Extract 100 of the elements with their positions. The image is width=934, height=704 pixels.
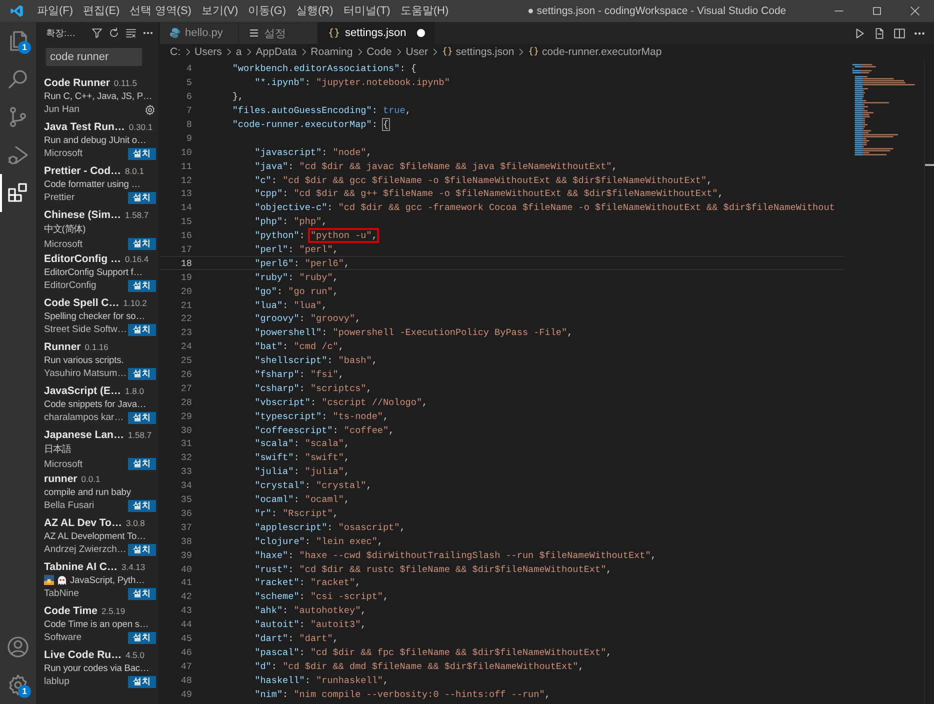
extension-name[interactable]: Java Test Run…	[44, 121, 125, 133]
install-button[interactable]: 설치	[128, 458, 156, 470]
settings-icon[interactable]	[144, 104, 156, 116]
line-number: 32	[180, 452, 193, 464]
install-button[interactable]: 설치	[128, 412, 156, 424]
breadcrumb-item[interactable]: AppData	[256, 46, 297, 58]
extensions-icon[interactable]	[6, 181, 30, 205]
install-button[interactable]: 설치	[128, 324, 156, 336]
filter-icon[interactable]	[91, 27, 103, 39]
run-debug-icon[interactable]	[6, 143, 30, 167]
extension-description: Run and debug JUnit o…	[44, 135, 146, 145]
notification-badge: 1	[18, 41, 31, 54]
settings-icon[interactable]	[6, 673, 30, 697]
code-line: "shellscript": "bash",	[254, 355, 378, 366]
line-number: 46	[180, 646, 193, 658]
extension-publisher: Prettier	[44, 192, 75, 203]
extension-name[interactable]: Chinese (Sim…	[44, 209, 122, 221]
menu-item[interactable]: 터미널(T)	[338, 0, 396, 22]
install-button[interactable]: 설치	[128, 148, 156, 160]
editor-tab[interactable]: 설정	[239, 22, 318, 44]
editor-tab[interactable]: hello.py	[160, 22, 239, 44]
editor-tab[interactable]: {} settings.json	[318, 22, 436, 44]
line-number: 11	[180, 160, 193, 172]
extension-description: compile and run baby	[44, 487, 131, 497]
open-changes-icon[interactable]	[873, 26, 886, 40]
install-button[interactable]: 설치	[128, 588, 156, 600]
code-line: "perl": "perl",	[254, 244, 338, 256]
account-icon[interactable]	[6, 635, 30, 659]
breadcrumb-item[interactable]: Roaming	[310, 46, 353, 58]
install-button[interactable]: 설치	[128, 676, 156, 688]
menu-item[interactable]: 편집(E)	[78, 0, 125, 22]
clear-list-icon[interactable]	[125, 27, 137, 39]
extension-version: 8.0.1	[125, 166, 144, 176]
code-line: "applescript": "osascript",	[254, 522, 406, 533]
line-number: 22	[180, 313, 193, 324]
extension-name[interactable]: Runner	[44, 341, 81, 353]
search-icon[interactable]	[6, 67, 30, 91]
code-line: "perl6": "perl6",	[254, 258, 350, 269]
code-line: "c": "cd $dir && gcc $fileName -o $fileNameWithoutExt && $dir$fileNameWithoutExt",	[254, 174, 712, 186]
ghost-icon	[57, 575, 67, 585]
line-number: 36	[180, 508, 193, 519]
install-button[interactable]: 설치	[128, 500, 156, 512]
extension-name[interactable]: JavaScript (E…	[44, 385, 122, 397]
menu-item[interactable]: 이동(G)	[243, 0, 292, 22]
code-line: "cpp": "cd $dir && g++ $fileName -o $fileNameWithoutExt && $dir$fileNameWithoutExt",	[254, 188, 724, 200]
install-button[interactable]: 설치	[128, 280, 156, 292]
code-line: "d": "cd $dir && dmd $fileName && $dir$fileNameWithoutExt",	[254, 660, 584, 672]
menu-item[interactable]: 선택 영역(S)	[124, 0, 196, 22]
menu-item[interactable]: 파일(F)	[32, 0, 78, 22]
menu-item[interactable]: 실행(R)	[291, 0, 338, 22]
breadcrumb-item[interactable]: code-runner.executorMap	[542, 46, 662, 58]
menu-item[interactable]: 보기(V)	[196, 0, 244, 22]
split-editor-icon[interactable]	[893, 26, 906, 40]
extension-name[interactable]: EditorConfig …	[44, 253, 121, 265]
scrollbar[interactable]	[924, 60, 934, 704]
search-field[interactable]: code runner	[46, 48, 142, 66]
code-line: "ahk": "autohotkey",	[254, 605, 366, 616]
breadcrumb-item[interactable]: C:	[170, 46, 180, 58]
extension-description: 中文(简体)	[44, 223, 86, 236]
line-number: 20	[180, 286, 193, 297]
close-icon[interactable]	[909, 5, 921, 17]
install-button[interactable]: 설치	[128, 238, 156, 250]
code-line: "go": "go run",	[254, 286, 338, 297]
line-number: 42	[180, 591, 193, 602]
app-logo-icon	[10, 4, 24, 18]
breadcrumb-item[interactable]: User	[406, 46, 428, 58]
extension-name[interactable]: Code Runner	[44, 77, 110, 89]
extension-name[interactable]: Code Spell C…	[44, 297, 120, 309]
breadcrumb-item[interactable]: settings.json	[456, 46, 514, 58]
extension-name[interactable]: Prettier - Cod…	[44, 165, 122, 177]
code-line: "rust": "cd $dir && rustc $fileName && $dir$fileNameWithoutExt",	[254, 564, 612, 574]
extension-name[interactable]: Live Code Ru…	[44, 649, 122, 661]
install-button[interactable]: 설치	[128, 544, 156, 556]
extension-name[interactable]: Tabnine AI C…	[44, 561, 118, 573]
extension-name[interactable]: Japanese Lan…	[44, 429, 124, 441]
extension-version: 2.5.19	[101, 606, 126, 616]
breadcrumb-item[interactable]: a	[236, 46, 242, 58]
refresh-icon[interactable]	[108, 27, 120, 39]
line-number: 31	[180, 438, 193, 450]
line-number: 19	[180, 272, 193, 283]
install-button[interactable]: 설치	[128, 368, 156, 380]
extension-name[interactable]: runner	[44, 473, 78, 485]
extension-name[interactable]: AZ AL Dev To…	[44, 517, 122, 529]
line-number: 40	[180, 564, 193, 574]
extension-publisher: TabNine	[44, 588, 79, 599]
line-number: 24	[180, 341, 193, 352]
breadcrumb-item[interactable]: Users	[194, 46, 222, 58]
code-line: "racket": "racket",	[254, 577, 361, 588]
menu-item[interactable]: 도움말(H)	[395, 0, 454, 22]
line-number: 44	[180, 619, 193, 630]
extension-publisher: Software	[44, 632, 82, 643]
install-button[interactable]: 설치	[128, 632, 156, 644]
braces-icon: {}	[442, 47, 453, 57]
install-button[interactable]: 설치	[128, 192, 156, 204]
line-number: 29	[180, 410, 193, 422]
maximize-icon[interactable]	[871, 5, 883, 17]
breadcrumb-item[interactable]: Code	[366, 46, 392, 58]
extension-name[interactable]: Code Time	[44, 605, 98, 617]
extension-version: 0.1.16	[84, 342, 108, 352]
extension-publisher: Microsoft	[44, 148, 83, 159]
